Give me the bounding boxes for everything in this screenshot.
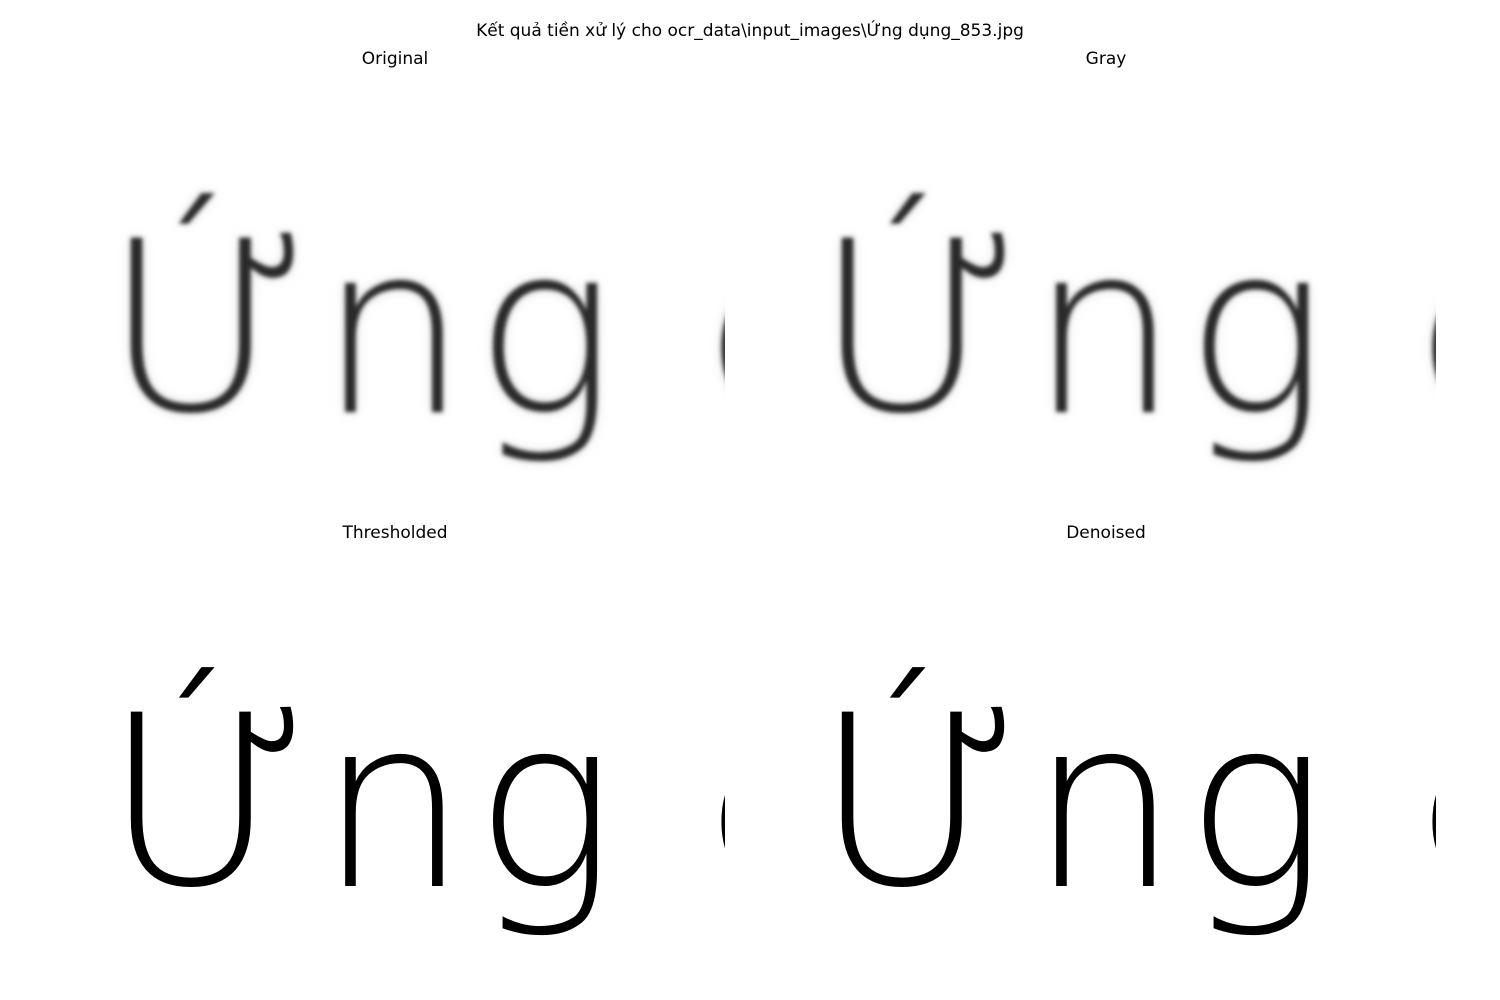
panel-thresholded: Thresholded Ứng dụng: [65, 521, 725, 991]
thresholded-word: Ứng dụng: [105, 667, 725, 942]
panel-denoised: Denoised Ứng dụng: [776, 521, 1436, 991]
panel-title-gray: Gray: [1085, 49, 1127, 69]
figure-suptitle: Kết quả tiền xử lý cho ocr_data\input_im…: [476, 21, 1024, 41]
denoised-image: Ứng dụng: [776, 561, 1436, 991]
panel-gray: Gray Ứng dụng Ứng dụng: [776, 47, 1436, 517]
panel-title-thresholded: Thresholded: [342, 523, 448, 543]
gray-word: Ứng dụng: [816, 193, 1436, 468]
thresholded-image: Ứng dụng: [65, 561, 725, 991]
original-word: Ứng dụng: [105, 193, 725, 468]
panel-original: Original Ứng dụng Ứng dụng: [65, 47, 725, 517]
gray-image: Ứng dụng Ứng dụng: [776, 87, 1436, 517]
panel-title-denoised: Denoised: [1066, 523, 1146, 543]
panel-title-original: Original: [361, 49, 429, 69]
original-image: Ứng dụng Ứng dụng: [65, 87, 725, 517]
denoised-word: Ứng dụng: [816, 667, 1436, 942]
